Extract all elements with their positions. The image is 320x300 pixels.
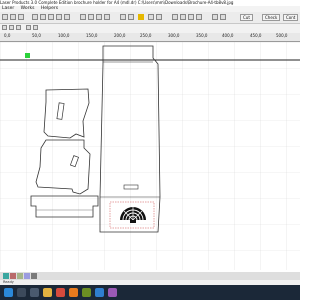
search-icon[interactable]	[17, 288, 26, 297]
zoom-in-icon[interactable]	[120, 14, 126, 20]
start-icon[interactable]	[4, 288, 13, 297]
ruler-label: 300,0	[168, 33, 180, 38]
color-swatch[interactable]	[10, 273, 16, 279]
curve-tool-icon[interactable]	[104, 14, 110, 20]
mail-icon[interactable]	[95, 288, 104, 297]
ruler-label: 400,0	[222, 33, 234, 38]
open-file-icon[interactable]	[10, 14, 16, 20]
taskbar	[0, 285, 300, 300]
color-swatch[interactable]	[17, 273, 23, 279]
menu-item-works[interactable]: Works	[21, 6, 35, 11]
menu-item-laser[interactable]: Laser	[2, 6, 14, 11]
circle-tool-icon[interactable]	[96, 14, 102, 20]
ruler-label: 450,0	[250, 33, 262, 38]
window-title: Laser Products 3.0 Complete Edition broc…	[0, 0, 234, 5]
align-center-icon[interactable]	[56, 14, 62, 20]
ruler-label: 500,0	[276, 33, 288, 38]
zoom-out-icon[interactable]	[128, 14, 134, 20]
firefox-icon[interactable]	[69, 288, 78, 297]
cut-button[interactable]: Cut	[240, 14, 253, 21]
align-right-icon[interactable]	[64, 14, 70, 20]
menu-item-helpers[interactable]: Helpers	[41, 6, 58, 11]
settings-icon[interactable]	[212, 14, 218, 20]
canvas-grid	[0, 42, 300, 270]
explorer-icon[interactable]	[43, 288, 52, 297]
snap-icon[interactable]	[33, 25, 38, 30]
ruler-label: 0,0	[4, 33, 11, 38]
color-swatch[interactable]	[3, 273, 9, 279]
color-swatch[interactable]	[31, 273, 37, 279]
layer-icon[interactable]	[148, 14, 154, 20]
measure-icon[interactable]	[26, 25, 31, 30]
drawing-canvas[interactable]	[0, 42, 300, 270]
line-tool-icon[interactable]	[80, 14, 86, 20]
color-swatch[interactable]	[24, 273, 30, 279]
italic-icon[interactable]	[40, 14, 46, 20]
align-left-icon[interactable]	[48, 14, 54, 20]
pointer-icon[interactable]	[2, 25, 7, 30]
photo-icon[interactable]	[108, 288, 117, 297]
bold-icon[interactable]	[32, 14, 38, 20]
node-edit-icon[interactable]	[9, 25, 14, 30]
task-view-icon[interactable]	[30, 288, 39, 297]
mirror-icon[interactable]	[188, 14, 194, 20]
ruler-label: 350,0	[196, 33, 208, 38]
new-file-icon[interactable]	[2, 14, 8, 20]
text-tool-icon[interactable]	[16, 25, 21, 30]
cont-button[interactable]: Cont	[283, 14, 299, 21]
canvas-drawing	[0, 42, 300, 270]
rotate-icon[interactable]	[196, 14, 202, 20]
rect-tool-icon[interactable]	[88, 14, 94, 20]
ruler-label: 150,0	[86, 33, 98, 38]
ruler-label: 50,0	[32, 33, 41, 38]
horizontal-ruler: 0,0 50,0 100,0 150,0 200,0 250,0 300,0 3…	[0, 33, 300, 42]
app-icon[interactable]	[82, 288, 91, 297]
save-file-icon[interactable]	[18, 14, 24, 20]
highlight-tool-icon[interactable]	[138, 14, 144, 20]
origin-marker-icon	[25, 53, 30, 58]
ruler-label: 200,0	[114, 33, 126, 38]
status-text: Ready	[3, 280, 14, 284]
help-icon[interactable]	[220, 14, 226, 20]
ungroup-icon[interactable]	[180, 14, 186, 20]
color-palette-bar	[0, 272, 300, 280]
grid-icon[interactable]	[156, 14, 162, 20]
check-button[interactable]: Check	[262, 14, 281, 21]
chrome-icon[interactable]	[56, 288, 65, 297]
ruler-label: 100,0	[58, 33, 70, 38]
ruler-label: 250,0	[140, 33, 152, 38]
toolbar: Cut Check Cont	[0, 12, 300, 24]
group-icon[interactable]	[172, 14, 178, 20]
